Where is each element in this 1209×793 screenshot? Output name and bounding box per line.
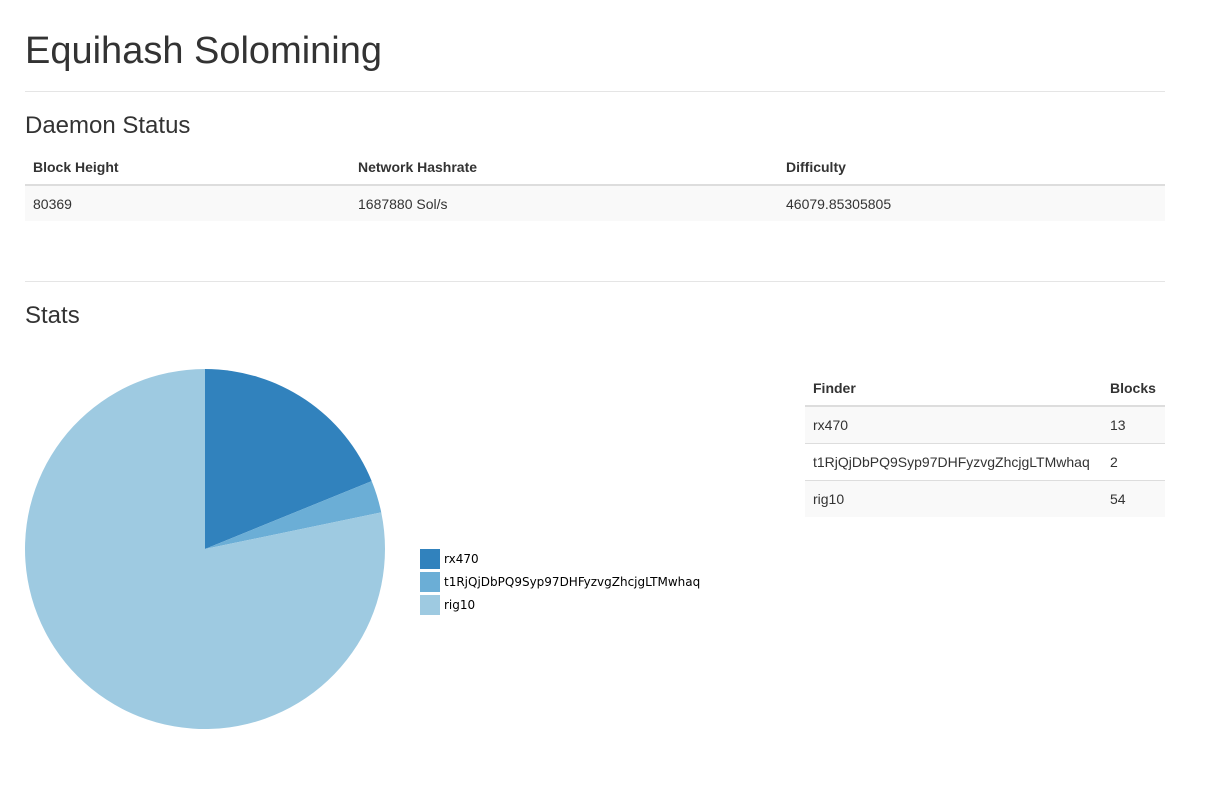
- legend-swatch: [420, 572, 440, 592]
- daemon-status-table: Block Height Network Hashrate Difficulty…: [25, 150, 1165, 221]
- legend-label: rx470: [444, 552, 479, 566]
- stats-area: rx470 t1RjQjDbPQ9Syp97DHFyzvgZhcjgLTMwhaq…: [24, 340, 1165, 793]
- daemon-header-row: Block Height Network Hashrate Difficulty: [25, 150, 1165, 186]
- legend-label: rig10: [444, 598, 475, 612]
- finder-cell: t1RjQjDbPQ9Syp97DHFyzvgZhcjgLTMwhaq: [805, 443, 1102, 481]
- finder-cell: rx470: [805, 406, 1102, 444]
- finder-row: rx470 13: [805, 406, 1165, 444]
- stats-title: Stats: [25, 302, 80, 329]
- finder-row: t1RjQjDbPQ9Syp97DHFyzvgZhcjgLTMwhaq 2: [805, 443, 1165, 481]
- blocks-cell: 2: [1102, 443, 1165, 481]
- legend-label: t1RjQjDbPQ9Syp97DHFyzvgZhcjgLTMwhaq: [444, 575, 700, 589]
- legend-swatch: [420, 595, 440, 615]
- blocks-cell: 13: [1102, 406, 1165, 444]
- difficulty-value: 46079.85305805: [778, 185, 1165, 221]
- finder-cell: rig10: [805, 480, 1102, 517]
- block-height-value: 80369: [25, 185, 350, 221]
- page-title: Equihash Solomining: [25, 30, 383, 72]
- finder-table: Finder Blocks rx470 13 t1RjQjDbPQ9Syp97D…: [805, 370, 1165, 517]
- daemon-status-title: Daemon Status: [25, 112, 191, 139]
- finder-header-row: Finder Blocks: [805, 370, 1165, 407]
- finder-row: rig10 54: [805, 480, 1165, 517]
- network-hashrate-value: 1687880 Sol/s: [350, 185, 778, 221]
- page-container: Equihash Solomining Daemon Status Block …: [24, 0, 1165, 793]
- network-hashrate-header: Network Hashrate: [350, 150, 778, 186]
- pie-chart: rx470 t1RjQjDbPQ9Syp97DHFyzvgZhcjgLTMwhaq…: [24, 369, 725, 749]
- blocks-header: Blocks: [1102, 370, 1165, 407]
- blocks-cell: 54: [1102, 480, 1165, 517]
- legend-swatch: [420, 549, 440, 569]
- daemon-value-row: 80369 1687880 Sol/s 46079.85305805: [25, 185, 1165, 221]
- difficulty-header: Difficulty: [778, 150, 1165, 186]
- block-height-header: Block Height: [25, 150, 350, 186]
- pie-chart-svg: rx470 t1RjQjDbPQ9Syp97DHFyzvgZhcjgLTMwhaq…: [24, 369, 700, 729]
- finder-header: Finder: [805, 370, 1102, 407]
